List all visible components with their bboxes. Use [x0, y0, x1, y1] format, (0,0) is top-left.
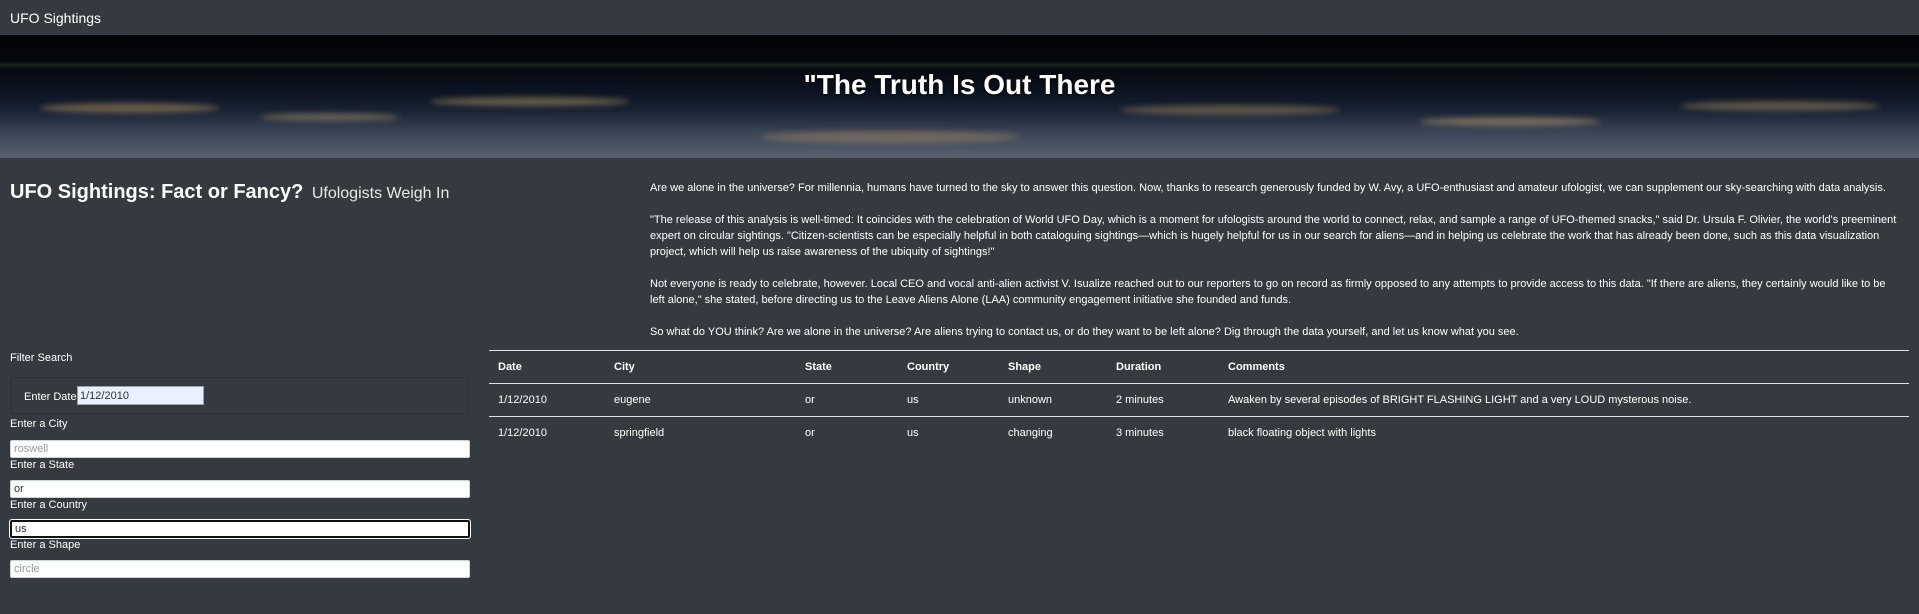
cell-country: us — [898, 383, 999, 417]
shape-filter-input[interactable] — [10, 560, 470, 578]
city-filter-input[interactable] — [10, 440, 470, 458]
state-filter-label: Enter a State — [10, 459, 75, 471]
column-header-city: City — [605, 350, 796, 384]
column-header-country: Country — [898, 350, 999, 384]
city-lights-decoration — [40, 103, 220, 113]
column-header-shape: Shape — [999, 350, 1107, 384]
column-header-duration: Duration — [1107, 350, 1219, 384]
city-lights-decoration — [1120, 105, 1340, 115]
column-header-comments: Comments — [1219, 350, 1909, 384]
table-header-row: Date City State Country Shape Duration C… — [489, 350, 1909, 384]
city-lights-decoration — [760, 131, 1020, 143]
state-filter-input[interactable] — [10, 480, 470, 498]
hero-title: "The Truth Is Out There — [803, 69, 1116, 100]
city-lights-decoration — [260, 113, 400, 121]
article-paragraph: Not everyone is ready to celebrate, howe… — [650, 278, 1886, 306]
cell-state: or — [796, 383, 898, 417]
date-filter-box: Enter Date — [10, 377, 469, 414]
cell-city: springfield — [614, 427, 665, 440]
date-filter-label: Enter Date — [24, 391, 77, 403]
navbar-brand-link[interactable]: UFO Sightings — [10, 10, 101, 26]
cell-state: or — [805, 427, 815, 440]
cell-country: us — [907, 427, 919, 440]
city-lights-decoration — [1680, 101, 1880, 111]
navbar: UFO Sightings — [0, 0, 1919, 35]
cell-date: 1/12/2010 — [489, 383, 605, 417]
page-subtitle: Ufologists Weigh In — [311, 185, 450, 202]
article-paragraph: Are we alone in the universe? For millen… — [650, 182, 1886, 194]
column-header-date: Date — [489, 350, 605, 384]
article-body: Are we alone in the universe? For millen… — [650, 180, 1900, 356]
table-row: 1/12/2010 eugene or us unknown 2 minutes… — [489, 383, 1909, 417]
filter-search-title: Filter Search — [10, 352, 73, 364]
ufo-table-container: Date City State Country Shape Duration C… — [489, 350, 1909, 450]
hero-horizon-decoration — [0, 61, 1919, 69]
date-filter-input[interactable] — [77, 386, 204, 405]
cell-shape: changing — [1008, 427, 1053, 440]
table-row: 1/12/2010 springfield or us changing 3 m… — [489, 417, 1909, 450]
cell-comments: black floating object with lights — [1228, 427, 1376, 440]
column-header-state: State — [796, 350, 898, 384]
article-paragraph: "The release of this analysis is well-ti… — [650, 214, 1897, 258]
cell-city: eugene — [605, 383, 796, 417]
city-lights-decoration — [1420, 117, 1600, 126]
cell-comments: Awaken by several episodes of BRIGHT FLA… — [1219, 383, 1909, 417]
page-title: UFO Sightings: Fact or Fancy? — [10, 181, 304, 203]
country-filter-input[interactable] — [9, 519, 471, 539]
shape-filter-label: Enter a Shape — [10, 539, 81, 551]
hero-banner: "The Truth Is Out There — [0, 35, 1919, 158]
ufo-table: Date City State Country Shape Duration C… — [489, 350, 1909, 450]
page-heading: UFO Sightings: Fact or Fancy? Ufologists… — [10, 181, 610, 204]
country-filter-label: Enter a Country — [10, 499, 88, 511]
city-filter-label: Enter a City — [10, 418, 68, 430]
cell-date: 1/12/2010 — [498, 427, 547, 440]
cell-shape: unknown — [999, 383, 1107, 417]
cell-duration: 3 minutes — [1116, 427, 1164, 440]
article-paragraph: So what do YOU think? Are we alone in th… — [650, 326, 1519, 338]
cell-duration: 2 minutes — [1107, 383, 1219, 417]
